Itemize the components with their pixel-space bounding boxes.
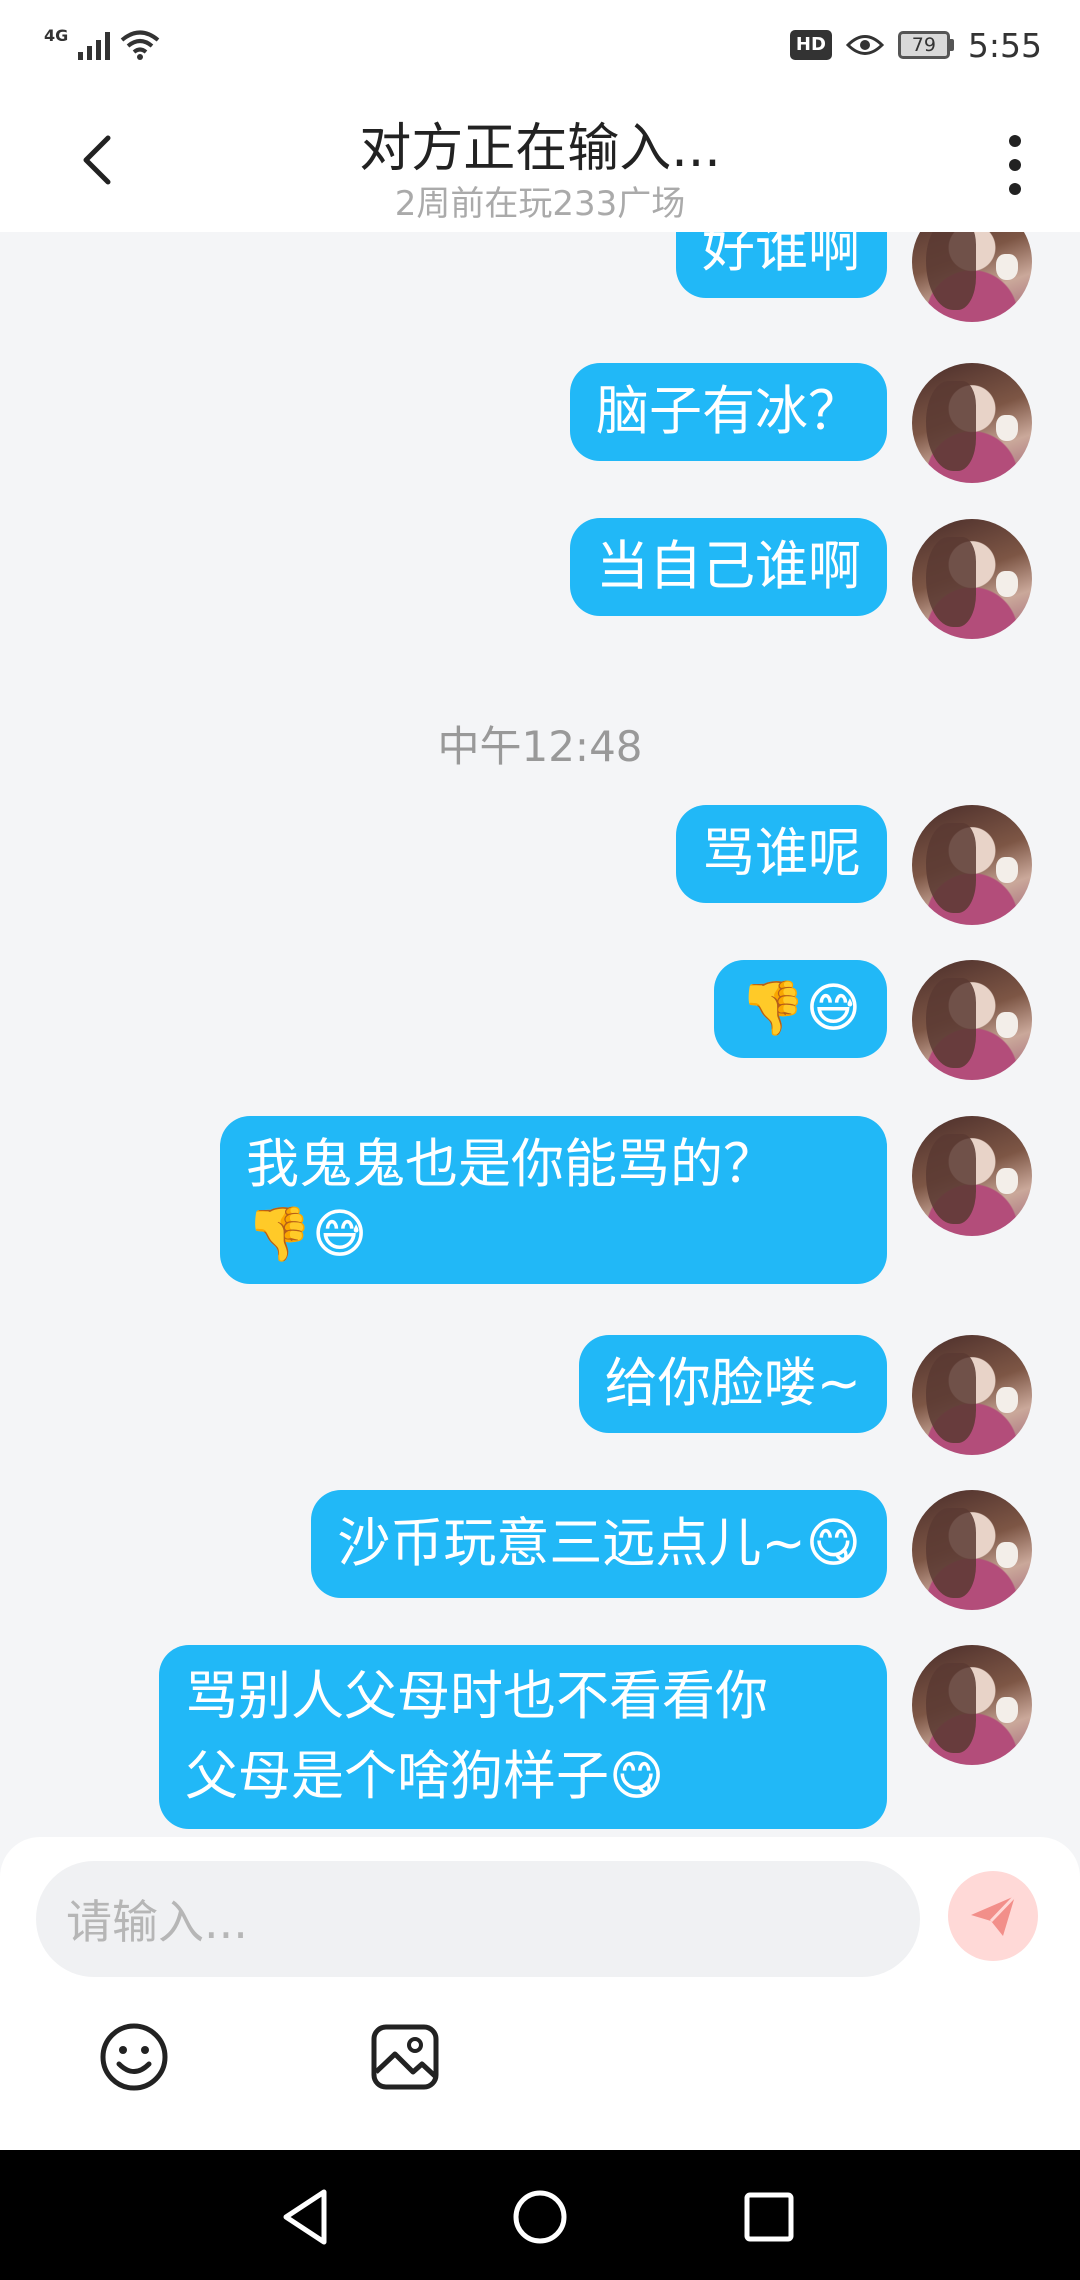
message-input[interactable]: 请输入... [36,1861,920,1977]
send-button[interactable] [948,1871,1038,1961]
chat-header: 对方正在输入... 2周前在玩233广场 [0,90,1080,232]
more-vertical-icon[interactable] [990,130,1040,200]
send-icon [971,1894,1017,1936]
page-title: 对方正在输入... [359,119,721,179]
message-bubble[interactable]: 当自己谁啊 [570,518,887,616]
nav-home-icon[interactable] [505,2182,575,2252]
avatar[interactable] [912,232,1032,322]
message-composer: 请输入... [0,1837,1080,2150]
avatar[interactable] [912,1335,1032,1455]
message-bubble[interactable]: 👎😅 [713,960,887,1058]
nav-recents-icon[interactable] [734,2182,804,2252]
message-bubble[interactable]: 我鬼鬼也是你能骂的？ 👎😅 [220,1116,887,1284]
message-bubble[interactable]: 骂谁呢 [676,805,887,903]
avatar[interactable] [912,805,1032,925]
avatar[interactable] [912,960,1032,1080]
message-bubble[interactable]: 沙币玩意三远点儿~😋 [311,1490,887,1598]
clock: 5:55 [967,25,1042,65]
network-type: 4G [44,25,69,45]
image-icon[interactable] [365,2017,445,2097]
system-navigation-bar [0,2150,1080,2280]
avatar[interactable] [912,363,1032,483]
wifi-icon [120,30,160,60]
page-subtitle: 2周前在玩233广场 [394,184,686,224]
message-bubble[interactable]: 脑子有冰？ [570,363,887,461]
avatar[interactable] [912,519,1032,639]
hd-icon: HD [789,30,832,60]
signal-icon [78,30,111,60]
battery-level: 79 [897,31,950,59]
emoji-icon[interactable] [94,2017,174,2097]
battery-icon: 79 [897,31,954,59]
message-bubble[interactable]: 骂别人父母时也不看看你 父母是个啥狗样子😋 [159,1645,887,1829]
nav-back-icon[interactable] [272,2182,342,2252]
status-bar: 4G HD 79 5:55 [0,0,1080,90]
message-timestamp: 中午12:48 [437,722,643,771]
avatar[interactable] [912,1116,1032,1236]
message-bubble[interactable]: 给你脸喽~ [578,1335,887,1433]
chat-messages[interactable]: 好谁啊 脑子有冰？ 当自己谁啊 中午12:48 骂谁呢 👎😅 我鬼鬼也是你能骂的… [0,232,1080,1837]
eye-icon [845,35,884,55]
avatar[interactable] [912,1490,1032,1610]
message-bubble[interactable]: 好谁啊 [676,232,887,298]
avatar[interactable] [912,1645,1032,1765]
